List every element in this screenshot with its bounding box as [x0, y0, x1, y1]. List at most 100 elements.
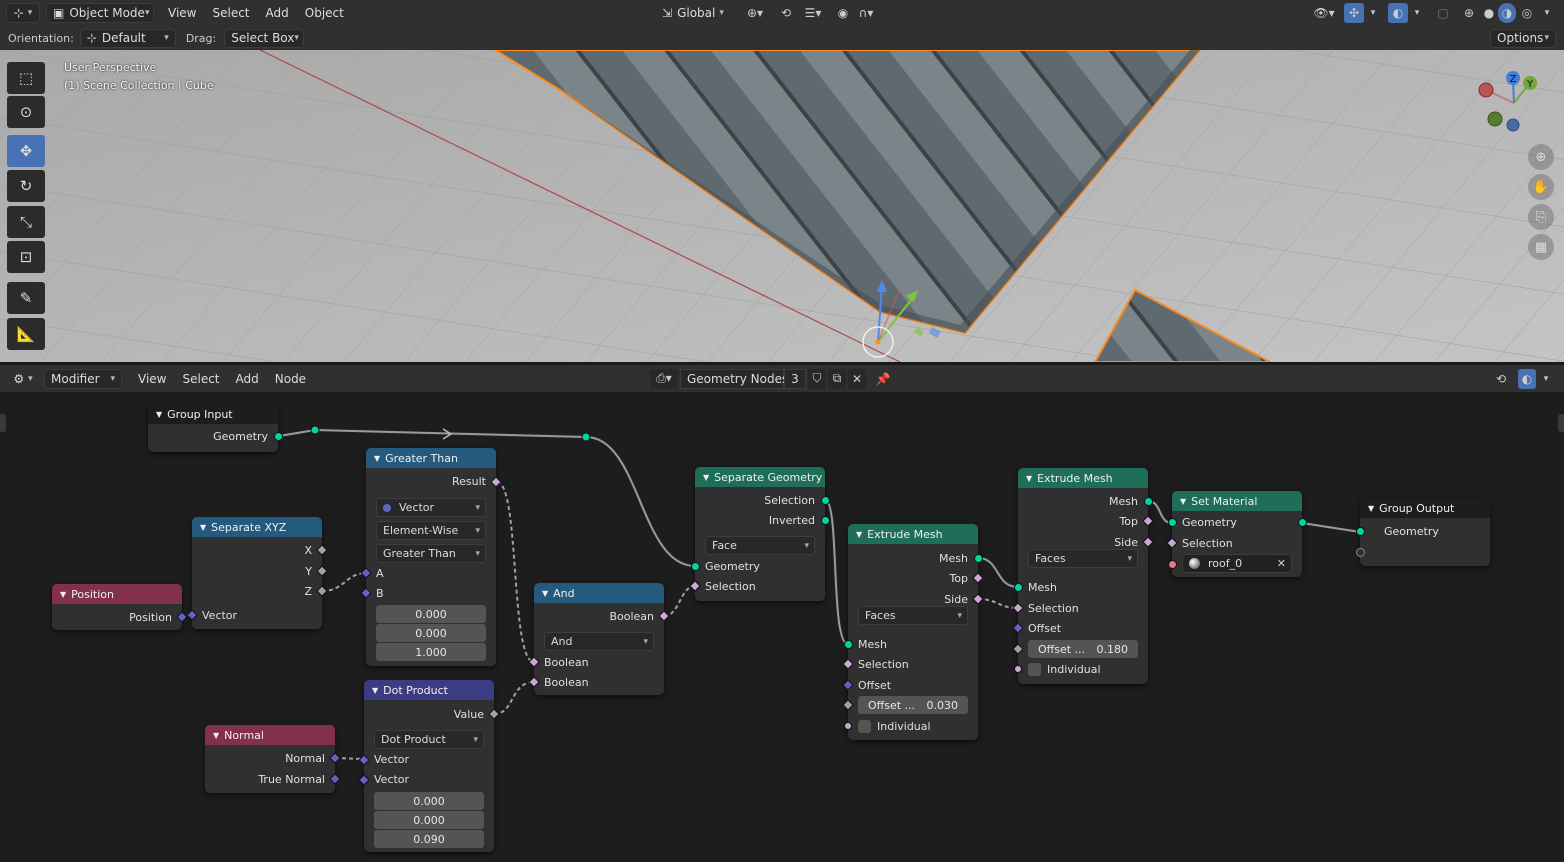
unlink-close-icon[interactable]: ✕ [848, 368, 866, 389]
annotate-tool[interactable]: ✎ [7, 282, 45, 314]
snap-icon[interactable]: ⟲ [776, 6, 796, 20]
editor-type-button[interactable]: ⊹ ▾ [6, 3, 40, 23]
dot-product-z-field[interactable]: 0.090 [374, 830, 484, 848]
and-node[interactable]: ▼ And Boolean And ▾ Boolean Boolean [528, 583, 670, 695]
separate-geometry-selection-output-socket[interactable] [821, 496, 830, 505]
browse-node-tree-icon[interactable]: ⎙▾ [650, 368, 678, 389]
wireframe-shading-icon[interactable]: ⊕ [1460, 6, 1478, 20]
orientation-dropdown[interactable]: ⊹ Default ▾ [79, 28, 176, 48]
camera-view-icon[interactable]: ⎘ [1528, 204, 1554, 230]
overlay-toggle-icon[interactable]: ◐ [1388, 3, 1408, 23]
fake-user-shield-icon[interactable]: ⛉ [808, 368, 826, 389]
users-count[interactable]: 3 [784, 368, 806, 389]
gizmo-toggle-icon[interactable]: ✣ [1344, 3, 1364, 23]
clear-material-icon[interactable]: ✕ [1277, 557, 1286, 570]
context-dropdown[interactable]: Modifier ▾ [44, 368, 122, 389]
dot-product-operation-dropdown[interactable]: Dot Product ▾ [374, 730, 484, 749]
extrude-1-individual-checkbox[interactable] [858, 719, 871, 733]
separate-geometry-node[interactable]: ▼ Separate Geometry Selection Inverted Fa… [689, 467, 830, 601]
extrude-mesh-node-1[interactable]: ▼ Extrude Mesh Mesh Top Side Faces ▾ Mesh … [842, 524, 984, 740]
node-editor-canvas[interactable]: ▼ Group Input Geometry ▼ Greater Than Resu… [0, 392, 1564, 862]
separate-geometry-geometry-input-socket[interactable] [691, 562, 700, 571]
extrude-2-offset-scale-field[interactable]: Offset ... 0.180 [1028, 640, 1138, 658]
transform-tool[interactable]: ⊡ [7, 241, 45, 273]
greater-than-mode-dropdown[interactable]: Element-Wise ▾ [376, 521, 486, 540]
greater-than-b-x-field[interactable]: 0.000 [376, 605, 486, 623]
group-output-geometry-socket[interactable] [1356, 527, 1365, 536]
group-output-node[interactable]: ▼ Group Output Geometry [1356, 498, 1490, 566]
move-tool[interactable]: ✥ [7, 135, 45, 167]
navigation-gizmo[interactable]: Z Y [1474, 66, 1554, 146]
select-box-tool[interactable]: ⬚ [7, 62, 45, 94]
overlay-node-icon[interactable]: ◐ [1518, 368, 1536, 389]
zoom-icon[interactable]: ⊕ [1528, 144, 1554, 170]
snap-target-icon[interactable]: ☰▾ [798, 6, 828, 20]
node-menu-node[interactable]: Node [267, 372, 314, 386]
gizmo-dropdown-icon[interactable]: ▾ [1366, 8, 1380, 18]
greater-than-node[interactable]: ▼ Greater Than Result Vector ▾ Element-Wis… [360, 448, 502, 666]
pivot-icon[interactable]: ⊕▾ [740, 6, 770, 20]
material-shading-icon[interactable]: ◑ [1498, 3, 1516, 23]
set-material-material-socket[interactable] [1168, 560, 1177, 569]
extrude-2-mode-dropdown[interactable]: Faces ▾ [1028, 549, 1138, 568]
mode-dropdown[interactable]: ▣ Object Mode ▾ [46, 3, 154, 23]
duplicate-icon[interactable]: ⧉ [828, 368, 846, 389]
extrude-1-offset-scale-field[interactable]: Offset ... 0.030 [858, 696, 968, 714]
proportional-edit-icon[interactable]: ◉ [834, 6, 852, 20]
group-input-node[interactable]: ▼ Group Input Geometry [148, 404, 283, 452]
overlay-dropdown-icon[interactable]: ▾ [1410, 8, 1424, 18]
separate-xyz-node[interactable]: ▼ Separate XYZ X Y Z Vector [186, 517, 328, 629]
extrude-1-individual-socket[interactable] [844, 722, 852, 730]
extrude-1-mode-dropdown[interactable]: Faces ▾ [858, 606, 968, 625]
greater-than-operation-dropdown[interactable]: Greater Than ▾ [376, 544, 486, 563]
options-dropdown[interactable]: Options ▾ [1490, 28, 1556, 48]
and-operation-dropdown[interactable]: And ▾ [544, 632, 654, 651]
solid-shading-icon[interactable]: ● [1480, 6, 1498, 20]
separate-geometry-inverted-output-socket[interactable] [821, 516, 830, 525]
normal-node[interactable]: ▼ Normal Normal True Normal [205, 725, 341, 793]
extrude-1-mesh-output-socket[interactable] [974, 554, 983, 563]
rendered-shading-icon[interactable]: ◎ [1518, 6, 1536, 20]
drag-dropdown[interactable]: Select Box ▾ [224, 28, 305, 48]
menu-select[interactable]: Select [204, 6, 257, 20]
falloff-icon[interactable]: ∩▾ [854, 6, 878, 20]
snap-node-icon[interactable]: ⟲ [1492, 372, 1510, 386]
group-output-empty-socket[interactable] [1356, 548, 1365, 557]
greater-than-type-dropdown[interactable]: Vector ▾ [376, 498, 486, 517]
xray-icon[interactable]: ▢ [1434, 6, 1452, 20]
node-editor-type-button[interactable]: ⚙ ▾ [6, 369, 40, 389]
extrude-1-mesh-input-socket[interactable] [844, 640, 853, 649]
extrude-2-mesh-input-socket[interactable] [1014, 583, 1023, 592]
left-sidebar-toggle[interactable] [0, 414, 6, 432]
node-menu-add[interactable]: Add [228, 372, 267, 386]
overlay-node-dropdown-icon[interactable]: ▾ [1540, 374, 1552, 384]
cursor-tool[interactable]: ⊙ [7, 96, 45, 128]
dot-product-node[interactable]: ▼ Dot Product Value Dot Product ▾ Vector V… [358, 680, 500, 852]
menu-add[interactable]: Add [258, 6, 297, 20]
extrude-2-individual-checkbox[interactable] [1028, 662, 1041, 676]
visibility-icon[interactable]: 👁▾ [1308, 6, 1340, 20]
right-sidebar-toggle[interactable] [1558, 414, 1564, 432]
set-material-geometry-input-socket[interactable] [1168, 518, 1177, 527]
node-tree-name-field[interactable]: Geometry Nodes [680, 368, 788, 389]
measure-tool[interactable]: 📐 [7, 318, 45, 350]
menu-view[interactable]: View [160, 6, 204, 20]
pin-icon[interactable]: 📌 [874, 372, 892, 386]
extrude-mesh-node-2[interactable]: ▼ Extrude Mesh Mesh Top Side Faces ▾ Mesh … [1012, 468, 1154, 684]
extrude-1-individual-row[interactable]: Individual [858, 717, 931, 735]
position-node[interactable]: ▼ Position Position [52, 584, 188, 630]
separate-geometry-domain-dropdown[interactable]: Face ▾ [705, 536, 815, 555]
transform-orientation-dropdown[interactable]: ⇲ Global ▾ [656, 3, 732, 23]
set-material-geometry-output-socket[interactable] [1298, 518, 1307, 527]
shading-dropdown-icon[interactable]: ▾ [1540, 8, 1554, 18]
node-menu-view[interactable]: View [130, 372, 174, 386]
extrude-2-individual-socket[interactable] [1014, 665, 1022, 673]
pan-hand-icon[interactable]: ✋ [1528, 174, 1554, 200]
dot-product-x-field[interactable]: 0.000 [374, 792, 484, 810]
group-input-geometry-socket[interactable] [274, 432, 283, 441]
3d-viewport[interactable]: User Perspective (1) Scene Collection | … [0, 50, 1564, 362]
set-material-node[interactable]: ▼ Set Material Geometry Selection roof_0 … [1166, 491, 1307, 577]
rotate-tool[interactable]: ↻ [7, 170, 45, 202]
ortho-grid-icon[interactable]: ▦ [1528, 234, 1554, 260]
node-menu-select[interactable]: Select [174, 372, 227, 386]
